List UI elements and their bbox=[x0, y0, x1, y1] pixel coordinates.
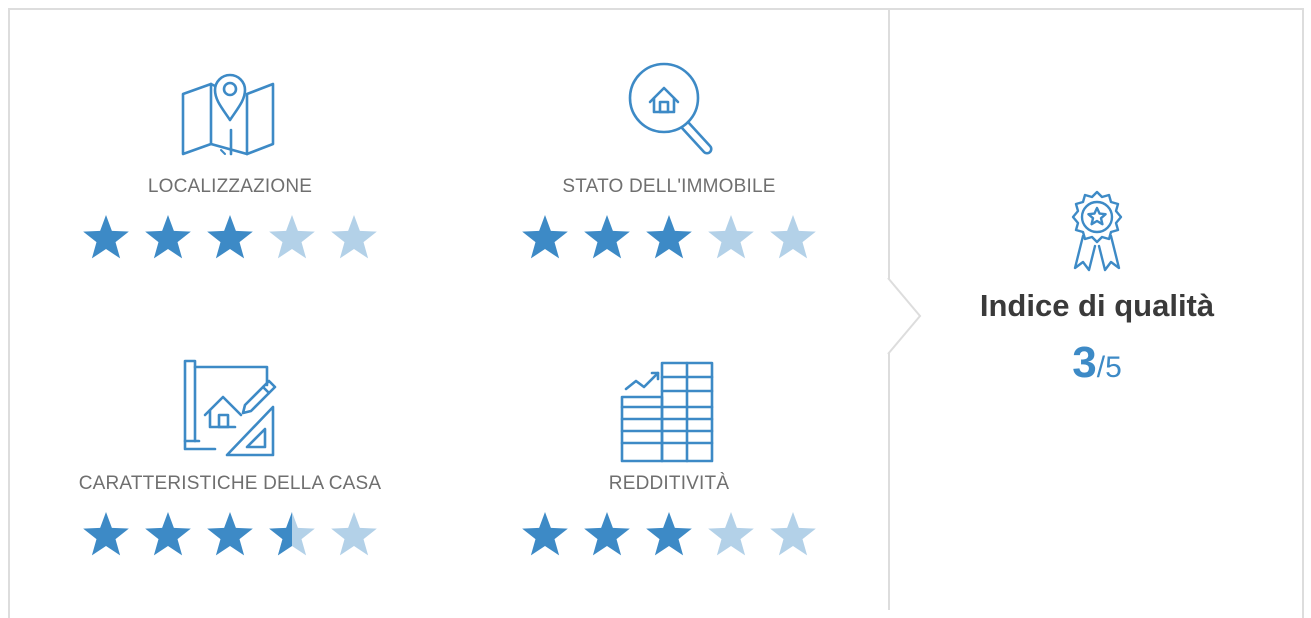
criterion-label: CARATTERISTICHE DELLA CASA bbox=[78, 473, 382, 494]
quality-score: 3/5 bbox=[1072, 338, 1122, 388]
star-rating bbox=[83, 215, 377, 259]
star-5 bbox=[331, 215, 377, 259]
criterion-label: LOCALIZZAZIONE bbox=[147, 176, 313, 197]
map-pin-icon bbox=[181, 73, 275, 156]
house-magnifier-icon bbox=[628, 62, 713, 155]
star-4 bbox=[269, 215, 315, 259]
star-4 bbox=[269, 512, 315, 556]
score-max: 5 bbox=[1105, 351, 1122, 384]
star-3 bbox=[646, 512, 692, 556]
star-5 bbox=[770, 215, 816, 259]
criterion-caratteristiche-casa: CARATTERISTICHE DELLA CASA bbox=[20, 355, 440, 559]
score-value: 3 bbox=[1072, 338, 1097, 387]
star-2 bbox=[145, 512, 191, 556]
star-3 bbox=[207, 512, 253, 556]
star-2 bbox=[145, 215, 191, 259]
award-badge-icon bbox=[1071, 190, 1123, 272]
star-3 bbox=[207, 215, 253, 259]
growth-chart-icon bbox=[620, 361, 714, 463]
summary-title: Indice di qualità bbox=[979, 288, 1215, 323]
star-1 bbox=[83, 215, 129, 259]
star-rating bbox=[83, 512, 377, 556]
star-2 bbox=[584, 512, 630, 556]
star-1 bbox=[83, 512, 129, 556]
criterion-stato-immobile: STATO DELL'IMMOBILE bbox=[459, 58, 879, 262]
criterion-label: REDDITIVITÀ bbox=[608, 473, 730, 494]
star-5 bbox=[770, 512, 816, 556]
star-1 bbox=[522, 215, 568, 259]
criterion-redditivita: REDDITIVITÀ bbox=[459, 355, 879, 559]
criterion-label: STATO DELL'IMMOBILE bbox=[562, 176, 776, 197]
star-3 bbox=[646, 215, 692, 259]
star-5 bbox=[331, 512, 377, 556]
star-2 bbox=[584, 215, 630, 259]
star-rating bbox=[522, 215, 816, 259]
blueprint-house-icon bbox=[183, 359, 277, 457]
quality-summary: Indice di qualità 3/5 bbox=[890, 190, 1304, 388]
star-4 bbox=[708, 215, 754, 259]
score-separator: / bbox=[1096, 351, 1106, 384]
star-4 bbox=[708, 512, 754, 556]
star-rating bbox=[522, 512, 816, 556]
star-1 bbox=[522, 512, 568, 556]
criterion-localizzazione: LOCALIZZAZIONE bbox=[20, 58, 440, 262]
